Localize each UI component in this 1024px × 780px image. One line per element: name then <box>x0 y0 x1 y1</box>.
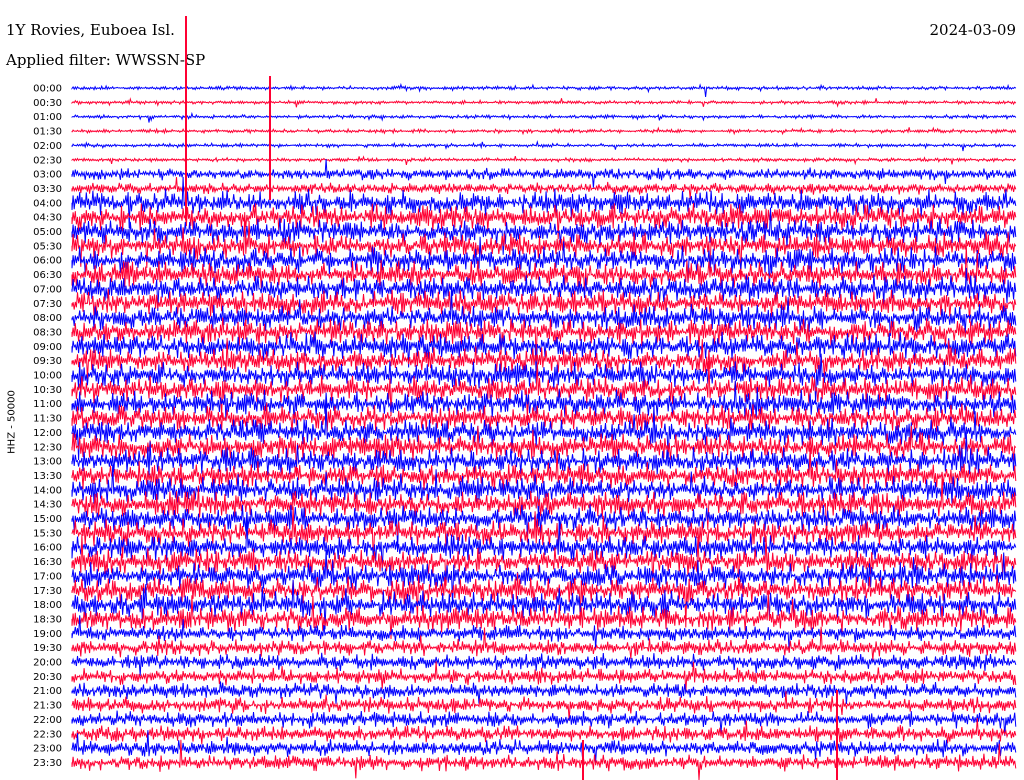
trace-row-0300 <box>71 158 1017 188</box>
row-time-label: 21:30 <box>33 701 62 712</box>
trace-row-0230 <box>71 155 1017 166</box>
row-time-label: 20:30 <box>33 672 62 683</box>
trace-row-2000 <box>71 652 1017 676</box>
row-time-label: 15:30 <box>33 528 62 539</box>
row-time-label: 06:30 <box>33 270 62 281</box>
row-time-label: 05:30 <box>33 241 62 252</box>
row-time-label: 19:30 <box>33 643 62 654</box>
row-time-label: 23:30 <box>33 758 62 769</box>
trace-row-0000 <box>71 82 1017 97</box>
row-time-label: 17:00 <box>33 571 62 582</box>
row-time-label: 03:00 <box>33 170 62 181</box>
row-time-label: 16:30 <box>33 557 62 568</box>
row-time-label: 02:00 <box>33 141 62 152</box>
row-time-label: 05:00 <box>33 227 62 238</box>
trace-row-0530 <box>71 212 1017 280</box>
row-time-label: 11:00 <box>33 399 62 410</box>
row-time-label: 06:00 <box>33 256 62 267</box>
row-time-label: 00:00 <box>33 84 62 95</box>
row-time-label: 10:30 <box>33 385 62 396</box>
helicorder-plot: 00:00 00:30 01:00 01:30 02:00 02:30 03:00 03:30… <box>33 16 1017 780</box>
row-time-label: 07:00 <box>33 284 62 295</box>
row-time-label: 03:30 <box>33 184 62 195</box>
row-time-label: 18:00 <box>33 600 62 611</box>
row-time-label: 16:00 <box>33 543 62 554</box>
row-time-label: 02:30 <box>33 155 62 166</box>
row-time-label: 12:00 <box>33 428 62 439</box>
trace-row-0400 <box>71 176 1017 229</box>
row-time-label: 20:00 <box>33 658 62 669</box>
row-time-label: 04:30 <box>33 213 62 224</box>
row-time-label: 08:00 <box>33 313 62 324</box>
row-time-label: 14:30 <box>33 500 62 511</box>
row-time-label: 04:00 <box>33 198 62 209</box>
row-time-label: 01:00 <box>33 112 62 123</box>
trace-row-0130 <box>71 126 1017 136</box>
row-time-label: 09:30 <box>33 356 62 367</box>
trace-row-2100 <box>71 681 1017 705</box>
trace-row-0330 <box>71 177 1017 200</box>
row-time-label: 19:00 <box>33 629 62 640</box>
row-time-label: 18:30 <box>33 614 62 625</box>
row-time-label: 09:00 <box>33 342 62 353</box>
row-time-label: 22:30 <box>33 729 62 740</box>
row-time-label: 12:30 <box>33 442 62 453</box>
row-time-label: 22:00 <box>33 715 62 726</box>
row-time-label: 15:00 <box>33 514 62 525</box>
row-time-label: 01:30 <box>33 127 62 138</box>
row-time-label: 07:30 <box>33 299 62 310</box>
row-time-label: 13:00 <box>33 457 62 468</box>
row-time-label: 00:30 <box>33 98 62 109</box>
row-time-label: 10:00 <box>33 371 62 382</box>
row-time-label: 21:00 <box>33 686 62 697</box>
row-time-label: 11:30 <box>33 414 62 425</box>
trace-row-0030 <box>71 97 1017 108</box>
row-time-label: 13:30 <box>33 471 62 482</box>
row-time-label: 14:00 <box>33 485 62 496</box>
row-time-label: 08:30 <box>33 327 62 338</box>
trace-row-0200 <box>71 139 1017 152</box>
row-time-label: 23:00 <box>33 744 62 755</box>
row-time-label: 17:30 <box>33 586 62 597</box>
trace-row-0100 <box>71 111 1017 123</box>
